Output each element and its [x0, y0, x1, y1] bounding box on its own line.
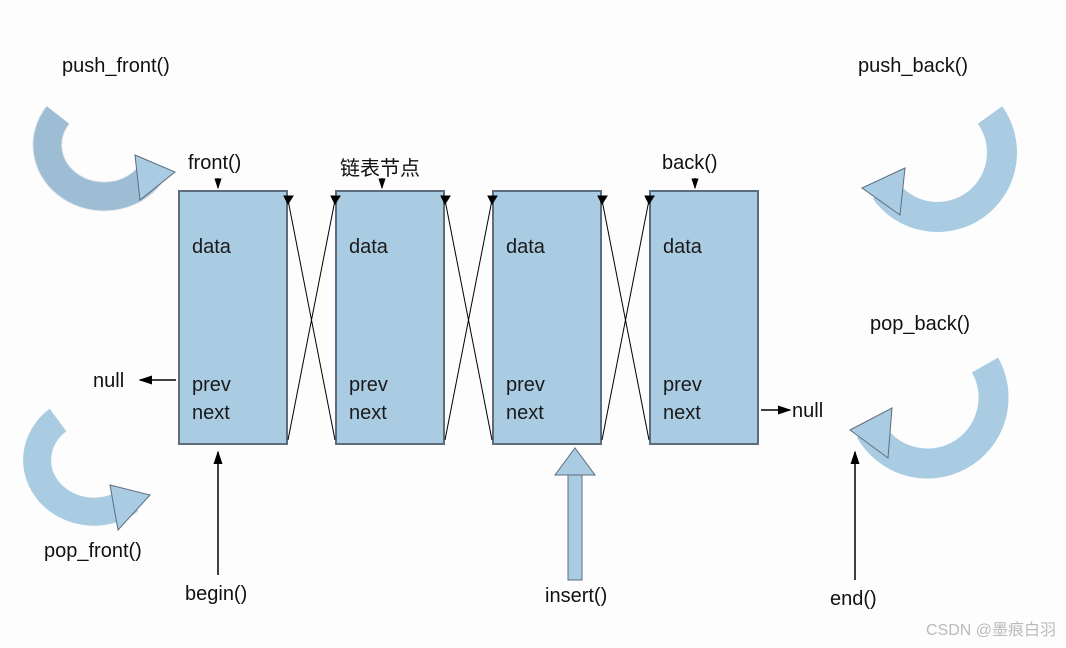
node-4-data: data [663, 236, 745, 259]
push-front-label: push_front() [62, 55, 170, 78]
node-1-prev: prev [192, 374, 274, 397]
node-1: data prev next [178, 190, 288, 445]
node-4: data prev next [649, 190, 759, 445]
node-2-next: next [349, 402, 431, 425]
node-2-prev: prev [349, 374, 431, 397]
pop-back-arrow-icon [850, 365, 994, 464]
node-3-data: data [506, 236, 588, 259]
back-header-label: back() [662, 152, 718, 175]
node-4-prev: prev [663, 374, 745, 397]
watermark-text: CSDN @墨痕白羽 [926, 616, 1056, 640]
node-2: data prev next [335, 190, 445, 445]
insert-label: insert() [545, 585, 607, 608]
push-back-label: push_back() [858, 55, 968, 78]
node-3-prev: prev [506, 374, 588, 397]
front-header-label: front() [188, 152, 241, 175]
end-label: end() [830, 588, 877, 611]
pop-front-arrow-icon [37, 420, 150, 530]
node-2-data: data [349, 236, 431, 259]
pop-back-label: pop_back() [870, 313, 970, 336]
diagram-stage: push_front() pop_front() push_back() pop… [0, 0, 1066, 648]
node-1-next: next [192, 402, 274, 425]
begin-label: begin() [185, 583, 247, 606]
null-right-label: null [792, 400, 823, 423]
list-node-header-label: 链表节点 [340, 152, 420, 181]
pop-front-label: pop_front() [44, 540, 142, 563]
node-3-next: next [506, 402, 588, 425]
push-back-arrow-icon [862, 115, 1002, 217]
push-front-arrow-icon [47, 115, 175, 200]
node-3: data prev next [492, 190, 602, 445]
null-left-label: null [93, 370, 124, 393]
insert-arrow-icon [555, 448, 595, 580]
node-4-next: next [663, 402, 745, 425]
node-1-data: data [192, 236, 274, 259]
